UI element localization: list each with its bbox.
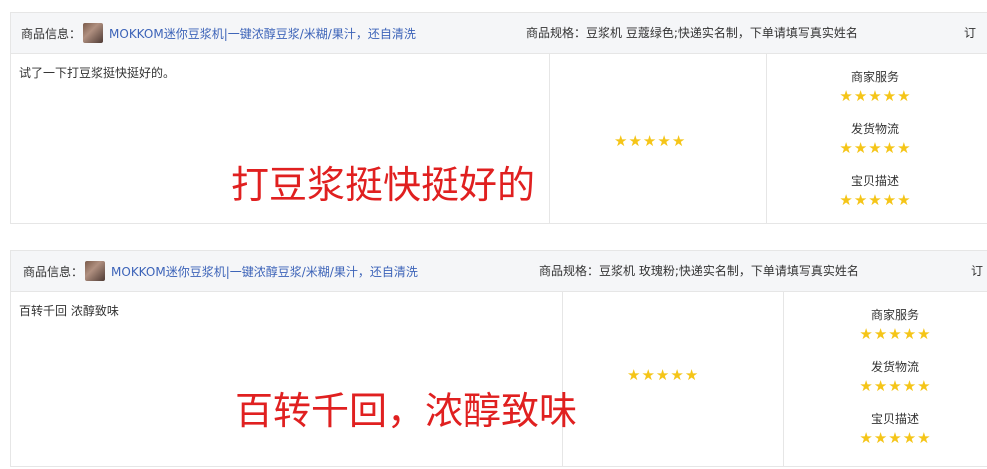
overall-stars: ★ ★ ★ ★ ★	[627, 368, 698, 383]
star-icon: ★	[839, 191, 853, 209]
rating-stars: ★ ★ ★ ★ ★	[835, 327, 955, 342]
star-icon: ★	[902, 325, 917, 343]
rating-stars: ★ ★ ★ ★ ★	[835, 379, 955, 394]
star-icon: ★	[873, 429, 888, 447]
rating-label: 商家服务	[850, 70, 899, 84]
review-text-column: 试了一下打豆浆挺快挺好的。 打豆浆挺快挺好的	[11, 54, 550, 223]
rating-merchant-service: 商家服务 ★ ★ ★ ★ ★	[835, 306, 955, 342]
star-icon: ★	[897, 191, 911, 209]
star-icon: ★	[859, 377, 873, 395]
product-thumbnail[interactable]	[85, 261, 106, 281]
star-icon: ★	[839, 87, 853, 105]
star-icon: ★	[897, 87, 911, 105]
star-icon: ★	[627, 366, 641, 384]
star-icon: ★	[888, 429, 902, 447]
star-icon: ★	[853, 191, 868, 209]
rating-label: 商家服务	[870, 308, 919, 322]
rating-merchant-service: 商家服务 ★ ★ ★ ★ ★	[815, 68, 935, 104]
product-spec: 商品规格：豆浆机 玫瑰粉;快递实名制，下单请填写真实姓名	[539, 264, 859, 278]
overlay-caption: 百转千回，浓醇致味	[235, 389, 578, 433]
product-thumbnail[interactable]	[83, 23, 104, 43]
star-icon: ★	[642, 132, 657, 150]
product-title-link[interactable]: MOKKOM迷你豆浆机|一键浓醇豆浆/米糊/果汁，还自清洗	[111, 263, 418, 280]
product-info-label: 商品信息：	[21, 26, 82, 41]
rating-logistics: 发货物流 ★ ★ ★ ★ ★	[815, 120, 935, 156]
star-icon: ★	[917, 325, 931, 343]
star-icon: ★	[902, 377, 917, 395]
order-info-truncated: 订	[971, 264, 984, 278]
rating-label: 宝贝描述	[870, 412, 919, 426]
star-icon: ★	[853, 139, 868, 157]
rating-stars: ★ ★ ★ ★ ★	[815, 193, 935, 208]
review-card-2: 商品信息： MOKKOM迷你豆浆机|一键浓醇豆浆/米糊/果汁，还自清洗 商品规格…	[10, 250, 987, 467]
overall-rating-column: ★ ★ ★ ★ ★	[563, 292, 784, 466]
rating-logistics: 发货物流 ★ ★ ★ ★ ★	[835, 358, 955, 394]
star-icon: ★	[917, 429, 931, 447]
star-icon: ★	[873, 377, 888, 395]
overall-rating-column: ★ ★ ★ ★ ★	[550, 54, 767, 223]
star-icon: ★	[641, 366, 655, 384]
star-icon: ★	[917, 377, 931, 395]
rating-stars: ★ ★ ★ ★ ★	[815, 89, 935, 104]
rating-label: 发货物流	[870, 360, 919, 374]
star-icon: ★	[868, 191, 882, 209]
product-spec: 商品规格：豆浆机 豆蔻绿色;快递实名制，下单请填写真实姓名	[526, 26, 858, 40]
review-card-1: 商品信息： MOKKOM迷你豆浆机|一键浓醇豆浆/米糊/果汁，还自清洗 商品规格…	[10, 12, 987, 224]
star-icon: ★	[882, 139, 897, 157]
star-icon: ★	[888, 325, 902, 343]
star-icon: ★	[868, 139, 882, 157]
rating-stars: ★ ★ ★ ★ ★	[835, 431, 955, 446]
star-icon: ★	[839, 139, 853, 157]
overlay-caption: 打豆浆挺快挺好的	[231, 163, 536, 207]
star-icon: ★	[853, 87, 868, 105]
overall-stars: ★ ★ ★ ★ ★	[614, 134, 685, 149]
star-icon: ★	[859, 325, 873, 343]
rating-label: 发货物流	[850, 122, 899, 136]
review-body: 百转千回 浓醇致味 百转千回，浓醇致味 ★ ★ ★ ★ ★ 商家服务 ★ ★ ★ ★ ★ 发货物…	[11, 292, 987, 466]
order-info-truncated: 订	[964, 26, 977, 40]
review-body: 试了一下打豆浆挺快挺好的。 打豆浆挺快挺好的 ★ ★ ★ ★ ★ 商家服务 ★ ★ ★ ★ ★ …	[11, 54, 987, 223]
product-title-link[interactable]: MOKKOM迷你豆浆机|一键浓醇豆浆/米糊/果汁，还自清洗	[109, 25, 416, 42]
star-icon: ★	[655, 366, 670, 384]
star-icon: ★	[657, 132, 671, 150]
star-icon: ★	[628, 132, 642, 150]
star-icon: ★	[888, 377, 902, 395]
star-icon: ★	[684, 366, 699, 384]
star-icon: ★	[902, 429, 917, 447]
star-icon: ★	[882, 87, 897, 105]
rating-label: 宝贝描述	[850, 174, 899, 188]
review-text: 百转千回 浓醇致味	[19, 304, 119, 318]
product-info-label: 商品信息：	[23, 264, 84, 279]
star-icon: ★	[859, 429, 873, 447]
star-icon: ★	[897, 139, 911, 157]
review-text: 试了一下打豆浆挺快挺好的。	[19, 66, 176, 80]
star-icon: ★	[873, 325, 888, 343]
review-text-column: 百转千回 浓醇致味 百转千回，浓醇致味	[11, 292, 577, 466]
star-icon: ★	[868, 87, 882, 105]
star-icon: ★	[671, 132, 686, 150]
rating-stars: ★ ★ ★ ★ ★	[815, 141, 935, 156]
star-icon: ★	[670, 366, 684, 384]
rating-description: 宝贝描述 ★ ★ ★ ★ ★	[835, 410, 955, 446]
rating-description: 宝贝描述 ★ ★ ★ ★ ★	[815, 172, 935, 208]
star-icon: ★	[614, 132, 628, 150]
star-icon: ★	[882, 191, 897, 209]
